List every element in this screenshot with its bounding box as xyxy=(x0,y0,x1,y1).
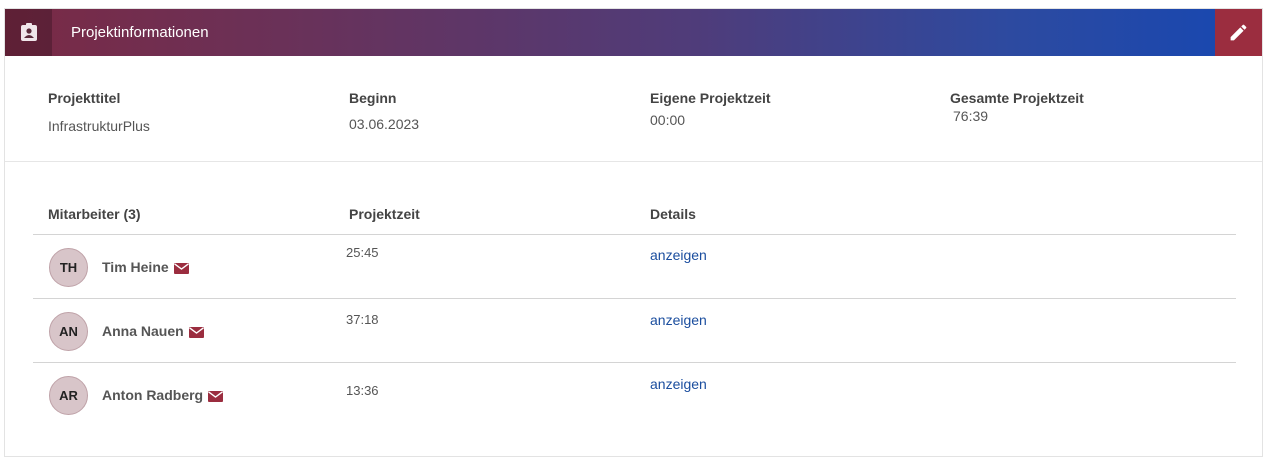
total-time-value: 76:39 xyxy=(953,108,989,124)
mail-icon[interactable] xyxy=(208,390,224,402)
own-time-value: 00:00 xyxy=(650,112,686,128)
begin-value: 03.06.2023 xyxy=(349,116,420,132)
employee-name: Anna Nauen xyxy=(102,323,204,339)
employee-name-text: Anna Nauen xyxy=(102,323,184,339)
id-badge-icon xyxy=(21,23,37,41)
project-title-label: Projekttitel xyxy=(48,90,121,106)
section-divider xyxy=(5,161,1262,162)
mail-icon[interactable] xyxy=(188,326,204,338)
employee-name-text: Anton Radberg xyxy=(102,387,204,403)
employee-name: Anton Radberg xyxy=(102,387,224,403)
begin-label: Beginn xyxy=(349,90,397,106)
employee-time: 25:45 xyxy=(346,245,379,260)
avatar: AR xyxy=(49,376,88,415)
col-details-header: Details xyxy=(650,206,696,222)
mail-icon[interactable] xyxy=(173,262,189,274)
employee-time: 13:36 xyxy=(346,383,379,398)
project-title-value: InfrastrukturPlus xyxy=(48,118,150,134)
card-header: Projektinformationen xyxy=(5,9,1262,56)
pencil-icon xyxy=(1230,24,1247,41)
project-info-card: Projektinformationen Projekttitel Infras… xyxy=(4,8,1263,457)
row-divider xyxy=(33,298,1236,299)
total-time-label: Gesamte Projektzeit xyxy=(950,90,1084,106)
own-time-label: Eigene Projektzeit xyxy=(650,90,771,106)
employee-time: 37:18 xyxy=(346,312,379,327)
row-divider xyxy=(33,362,1236,363)
edit-button[interactable] xyxy=(1215,9,1262,56)
card-title: Projektinformationen xyxy=(71,24,209,41)
col-time-header: Projektzeit xyxy=(349,206,420,222)
avatar: TH xyxy=(49,248,88,287)
details-link[interactable]: anzeigen xyxy=(650,247,707,263)
employee-name-text: Tim Heine xyxy=(102,259,169,275)
table-header-line xyxy=(33,234,1236,235)
avatar: AN xyxy=(49,312,88,351)
employee-name: Tim Heine xyxy=(102,259,189,275)
header-icon-box xyxy=(5,9,52,56)
details-link[interactable]: anzeigen xyxy=(650,312,707,328)
details-link[interactable]: anzeigen xyxy=(650,376,707,392)
col-employee-header: Mitarbeiter (3) xyxy=(48,206,141,222)
